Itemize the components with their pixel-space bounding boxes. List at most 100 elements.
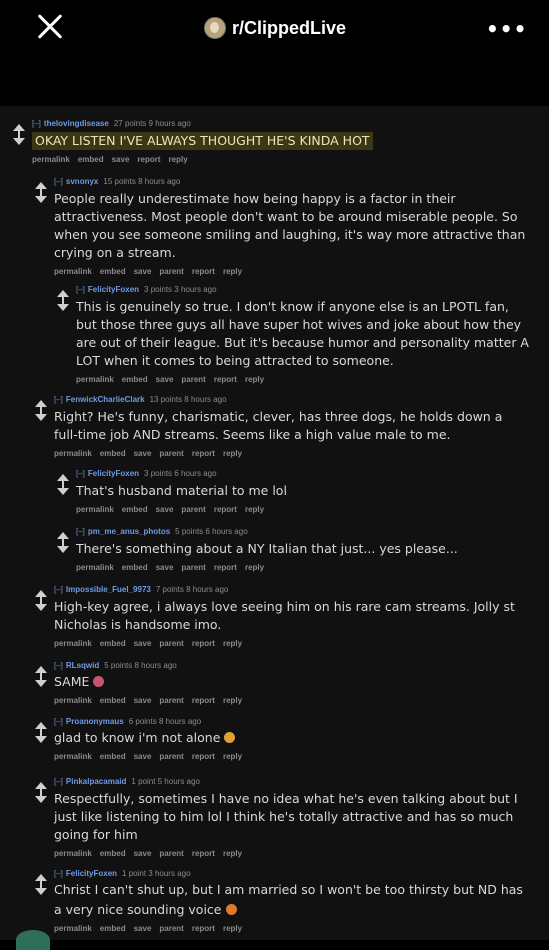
- permalink-link[interactable]: permalink: [54, 449, 92, 458]
- parent-link[interactable]: parent: [159, 752, 183, 761]
- upvote-arrow-icon[interactable]: [56, 532, 70, 543]
- more-options-icon[interactable]: •••: [486, 17, 527, 41]
- collapse-toggle[interactable]: [–]: [76, 285, 85, 294]
- reply-link[interactable]: reply: [245, 563, 264, 572]
- parent-link[interactable]: parent: [159, 924, 183, 933]
- report-link[interactable]: report: [137, 155, 160, 164]
- downvote-arrow-icon[interactable]: [56, 484, 70, 495]
- embed-link[interactable]: embed: [100, 849, 126, 858]
- permalink-link[interactable]: permalink: [54, 267, 92, 276]
- embed-link[interactable]: embed: [100, 924, 126, 933]
- embed-link[interactable]: embed: [100, 696, 126, 705]
- reply-link[interactable]: reply: [223, 752, 242, 761]
- reply-link[interactable]: reply: [169, 155, 188, 164]
- upvote-arrow-icon[interactable]: [34, 400, 48, 411]
- comment-author[interactable]: svnonyx: [66, 177, 98, 186]
- collapse-toggle[interactable]: [–]: [54, 777, 63, 786]
- comment-author[interactable]: thelovingdisease: [44, 119, 109, 128]
- parent-link[interactable]: parent: [159, 639, 183, 648]
- embed-link[interactable]: embed: [122, 375, 148, 384]
- permalink-link[interactable]: permalink: [54, 849, 92, 858]
- permalink-link[interactable]: permalink: [76, 505, 114, 514]
- collapse-toggle[interactable]: [–]: [76, 527, 85, 536]
- permalink-link[interactable]: permalink: [76, 375, 114, 384]
- embed-link[interactable]: embed: [100, 267, 126, 276]
- save-link[interactable]: save: [134, 639, 152, 648]
- parent-link[interactable]: parent: [181, 505, 205, 514]
- reply-link[interactable]: reply: [223, 449, 242, 458]
- embed-link[interactable]: embed: [78, 155, 104, 164]
- save-link[interactable]: save: [112, 155, 130, 164]
- embed-link[interactable]: embed: [122, 563, 148, 572]
- downvote-arrow-icon[interactable]: [56, 542, 70, 553]
- upvote-arrow-icon[interactable]: [56, 290, 70, 301]
- save-link[interactable]: save: [134, 849, 152, 858]
- upvote-arrow-icon[interactable]: [34, 722, 48, 733]
- comment-author[interactable]: Pinkalpacamaid: [66, 777, 126, 786]
- collapse-toggle[interactable]: [–]: [54, 661, 63, 670]
- reply-link[interactable]: reply: [223, 924, 242, 933]
- downvote-arrow-icon[interactable]: [34, 676, 48, 687]
- save-link[interactable]: save: [134, 752, 152, 761]
- comment-author[interactable]: FelicityFoxen: [88, 469, 139, 478]
- upvote-arrow-icon[interactable]: [56, 474, 70, 485]
- parent-link[interactable]: parent: [159, 849, 183, 858]
- collapse-toggle[interactable]: [–]: [54, 177, 63, 186]
- embed-link[interactable]: embed: [100, 449, 126, 458]
- comment-author[interactable]: FenwickCharlieClark: [66, 395, 145, 404]
- save-link[interactable]: save: [156, 375, 174, 384]
- reply-link[interactable]: reply: [223, 696, 242, 705]
- upvote-arrow-icon[interactable]: [34, 874, 48, 885]
- upvote-arrow-icon[interactable]: [34, 182, 48, 193]
- save-link[interactable]: save: [134, 449, 152, 458]
- parent-link[interactable]: parent: [159, 449, 183, 458]
- permalink-link[interactable]: permalink: [54, 639, 92, 648]
- downvote-arrow-icon[interactable]: [12, 134, 26, 145]
- save-link[interactable]: save: [156, 505, 174, 514]
- comment-author[interactable]: Impossible_Fuel_9973: [66, 585, 151, 594]
- subreddit-header[interactable]: r/ClippedLive: [204, 14, 346, 42]
- upvote-arrow-icon[interactable]: [34, 666, 48, 677]
- permalink-link[interactable]: permalink: [54, 752, 92, 761]
- report-link[interactable]: report: [192, 449, 215, 458]
- collapse-toggle[interactable]: [–]: [32, 119, 41, 128]
- downvote-arrow-icon[interactable]: [34, 792, 48, 803]
- report-link[interactable]: report: [192, 639, 215, 648]
- save-link[interactable]: save: [156, 563, 174, 572]
- downvote-arrow-icon[interactable]: [56, 300, 70, 311]
- report-link[interactable]: report: [192, 924, 215, 933]
- comment-author[interactable]: RLsqwid: [66, 661, 99, 670]
- report-link[interactable]: report: [214, 505, 237, 514]
- report-link[interactable]: report: [214, 375, 237, 384]
- parent-link[interactable]: parent: [159, 696, 183, 705]
- downvote-arrow-icon[interactable]: [34, 410, 48, 421]
- parent-link[interactable]: parent: [181, 375, 205, 384]
- collapse-toggle[interactable]: [–]: [54, 395, 63, 404]
- close-icon[interactable]: [36, 13, 64, 41]
- save-link[interactable]: save: [134, 924, 152, 933]
- reply-link[interactable]: reply: [223, 849, 242, 858]
- embed-link[interactable]: embed: [122, 505, 148, 514]
- downvote-arrow-icon[interactable]: [34, 600, 48, 611]
- upvote-arrow-icon[interactable]: [12, 124, 26, 135]
- permalink-link[interactable]: permalink: [54, 924, 92, 933]
- permalink-link[interactable]: permalink: [32, 155, 70, 164]
- comment-author[interactable]: FelicityFoxen: [88, 285, 139, 294]
- embed-link[interactable]: embed: [100, 639, 126, 648]
- parent-link[interactable]: parent: [159, 267, 183, 276]
- comment-author[interactable]: pm_me_anus_photos: [88, 527, 170, 536]
- report-link[interactable]: report: [192, 696, 215, 705]
- upvote-arrow-icon[interactable]: [34, 782, 48, 793]
- permalink-link[interactable]: permalink: [54, 696, 92, 705]
- collapse-toggle[interactable]: [–]: [54, 585, 63, 594]
- embed-link[interactable]: embed: [100, 752, 126, 761]
- comment-author[interactable]: Proanonymaus: [66, 717, 124, 726]
- reply-link[interactable]: reply: [245, 505, 264, 514]
- reply-link[interactable]: reply: [245, 375, 264, 384]
- comment-author[interactable]: FelicityFoxen: [66, 869, 117, 878]
- report-link[interactable]: report: [214, 563, 237, 572]
- collapse-toggle[interactable]: [–]: [54, 717, 63, 726]
- downvote-arrow-icon[interactable]: [34, 884, 48, 895]
- avatar[interactable]: [16, 930, 50, 950]
- report-link[interactable]: report: [192, 267, 215, 276]
